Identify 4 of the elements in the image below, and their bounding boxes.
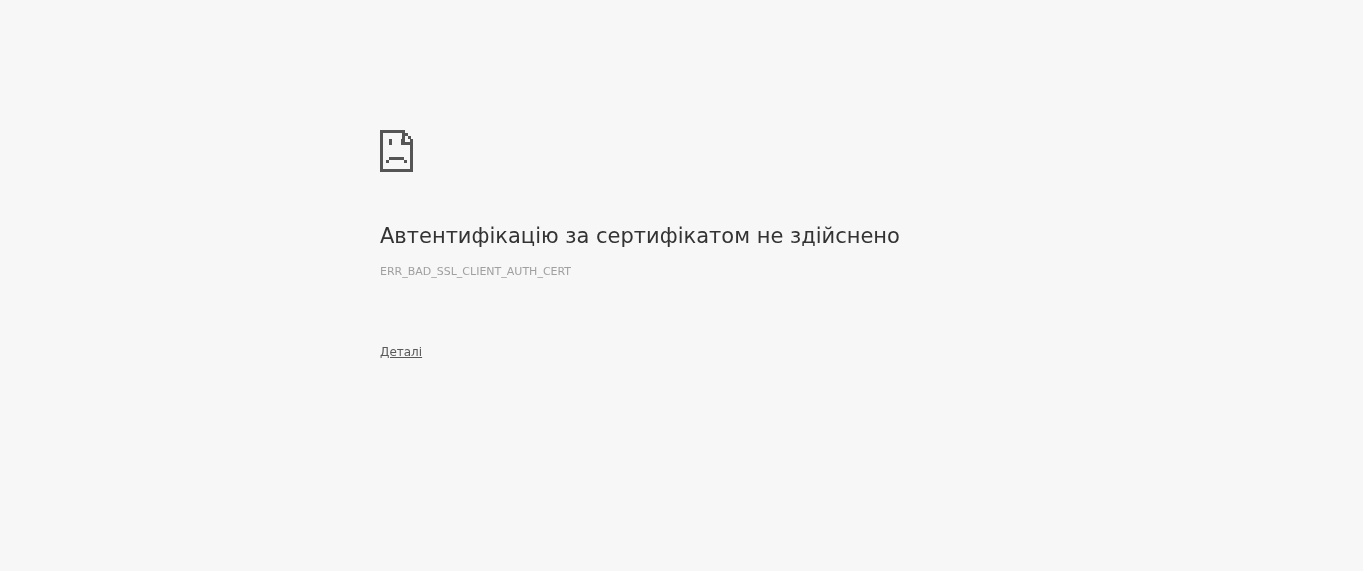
error-code: ERR_BAD_SSL_CLIENT_AUTH_CERT (380, 264, 572, 280)
details-link[interactable]: Деталі (380, 344, 423, 360)
sad-page-icon (380, 130, 413, 172)
error-heading: Автентифікацію за сертифікатом не здійснено (380, 223, 900, 250)
